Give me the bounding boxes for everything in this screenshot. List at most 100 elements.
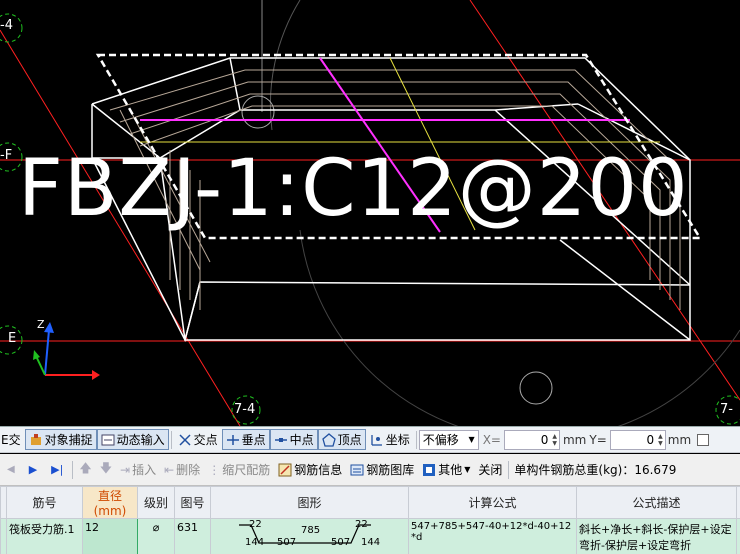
rebar-info-button[interactable]: 钢筋信息 bbox=[274, 458, 346, 482]
ucs-z-label: Z bbox=[37, 318, 45, 331]
vertex-snap[interactable]: 顶点 bbox=[317, 429, 366, 450]
perpendicular-snap[interactable]: 垂点 bbox=[221, 429, 270, 450]
cell-formula[interactable]: 547+785+547-40+12*d-40+12*d bbox=[408, 518, 577, 554]
y-label: Y= bbox=[589, 432, 607, 447]
rebar-info-label: 钢筋信息 bbox=[294, 463, 343, 477]
other-label: 其他 bbox=[438, 463, 463, 477]
other-icon bbox=[422, 463, 436, 477]
total-weight: 单构件钢筋总重(kg)：16.679 bbox=[514, 463, 677, 477]
cell-diameter[interactable]: 12 bbox=[82, 518, 138, 554]
cut-button[interactable]: E交 bbox=[0, 429, 25, 450]
scale-rebar-button[interactable]: ⋮ 缩尺配筋 bbox=[204, 458, 274, 482]
table-row[interactable]: 筏板受力筋.1 12 ⌀ 631 22 785 22 144 507 507 1… bbox=[0, 518, 740, 554]
dynamic-input-toggle[interactable]: 动态输入 bbox=[96, 429, 169, 450]
perpendicular-label: 垂点 bbox=[241, 433, 266, 447]
last-record-button[interactable]: ▶| bbox=[44, 458, 70, 482]
input-box-icon bbox=[101, 433, 115, 447]
x-input[interactable]: 0 ▲ ▼ bbox=[503, 429, 560, 450]
axis-label-4: -4 bbox=[0, 18, 13, 33]
rebar-library-button[interactable]: 钢筋图库 bbox=[346, 458, 418, 482]
pentagon-icon bbox=[321, 432, 336, 447]
x-unit: mm bbox=[562, 432, 587, 447]
y-unit: mm bbox=[667, 432, 692, 447]
delete-icon: ⇤ bbox=[164, 462, 175, 477]
col-header-grade[interactable]: 级别 bbox=[137, 486, 175, 519]
cell-shape[interactable]: 22 785 22 144 507 507 144 bbox=[210, 518, 409, 554]
coordinate-snap[interactable]: 坐标 bbox=[366, 429, 414, 450]
x-value: 0 bbox=[540, 432, 549, 447]
axis-label-74a: 7-4 bbox=[234, 402, 256, 417]
insert-icon: ⇥ bbox=[120, 462, 131, 477]
intersection-snap[interactable]: 交点 bbox=[174, 429, 222, 450]
object-snap-toggle[interactable]: 对象捕捉 bbox=[24, 429, 97, 450]
next-record-button[interactable]: ▶ bbox=[22, 458, 44, 482]
separator bbox=[72, 460, 74, 479]
insert-button[interactable]: ⇥ 插入 bbox=[116, 458, 160, 482]
rebar-library-icon bbox=[350, 463, 364, 477]
rebar-grid: 筋号 直径(mm) 级别 图号 图形 计算公式 公式描述 筏板受力筋.1 12 … bbox=[0, 486, 740, 554]
small-circle-2 bbox=[241, 95, 275, 129]
col-header-diameter[interactable]: 直径(mm) bbox=[82, 486, 138, 519]
dynamic-input-label: 动态输入 bbox=[116, 433, 165, 447]
scale-icon: ⋮ bbox=[208, 462, 221, 477]
cell-description[interactable]: 斜长+净长+斜长-保护层+设定弯折-保护层+设定弯折 bbox=[576, 518, 737, 554]
coordinate-label: 坐标 bbox=[385, 433, 410, 447]
separator bbox=[415, 430, 417, 449]
small-circle-1 bbox=[519, 371, 553, 405]
cell-grade[interactable]: ⌀ bbox=[137, 518, 175, 554]
rebar-annotation: FBZJ-1:C12@200 bbox=[18, 144, 689, 234]
shape-dim-d: 144 bbox=[245, 537, 265, 548]
intersection-icon bbox=[178, 433, 192, 447]
close-button[interactable]: 关闭 bbox=[474, 458, 506, 482]
shape-dim-g: 144 bbox=[361, 537, 381, 548]
arrow-down-icon: 🡇 bbox=[99, 461, 113, 475]
spinner-arrows-icon[interactable]: ▲ ▼ bbox=[658, 433, 663, 447]
chevron-down-icon: ▼ bbox=[468, 435, 475, 444]
separator bbox=[170, 430, 172, 449]
separator bbox=[508, 460, 510, 479]
move-down-button[interactable]: 🡇 bbox=[96, 458, 116, 482]
close-label: 关闭 bbox=[478, 463, 503, 477]
perpendicular-icon bbox=[226, 433, 240, 447]
col-header-bar-no[interactable]: 筋号 bbox=[6, 486, 83, 519]
move-up-button[interactable]: 🡅 bbox=[75, 458, 95, 482]
first-record-button[interactable]: ◀ bbox=[0, 458, 22, 482]
rebar-table: 筋号 直径(mm) 级别 图号 图形 计算公式 公式描述 筏板受力筋.1 12 … bbox=[0, 486, 740, 554]
axis-label-e: E bbox=[8, 331, 17, 346]
y-input[interactable]: 0 ▲ ▼ bbox=[609, 429, 666, 450]
shape-dim-a: 22 bbox=[249, 519, 262, 530]
arrow-right-icon: ▶ bbox=[28, 463, 38, 476]
cad-viewport[interactable]: FBZJ-1:C12@200 -4 -F E 7-4 7- Z bbox=[0, 0, 740, 426]
x-label: X= bbox=[482, 432, 501, 447]
axis-label-74b: 7- bbox=[720, 402, 733, 417]
midpoint-snap[interactable]: 中点 bbox=[269, 429, 318, 450]
intersection-label: 交点 bbox=[193, 433, 218, 447]
shape-dim-f: 507 bbox=[331, 537, 351, 548]
shape-dim-b: 785 bbox=[301, 525, 321, 536]
spinner-arrows-icon[interactable]: ▲ ▼ bbox=[552, 433, 557, 447]
y-value: 0 bbox=[646, 432, 655, 447]
option-checkbox[interactable] bbox=[697, 433, 710, 446]
rebar-toolbar: ◀ ▶ ▶| 🡅 🡇 ⇥ 插入 ⇤ 删除 ⋮ 缩尺配筋 钢筋信息 钢筋图库 其他… bbox=[0, 454, 740, 486]
col-header-description[interactable]: 公式描述 bbox=[576, 486, 737, 519]
other-menu-button[interactable]: 其他 ▼ bbox=[418, 458, 474, 482]
col-header-shape[interactable]: 图形 bbox=[210, 486, 409, 519]
delete-button[interactable]: ⇤ 删除 bbox=[160, 458, 204, 482]
col-header-figure-no[interactable]: 图号 bbox=[174, 486, 211, 519]
offset-select-value: 不偏移 bbox=[422, 433, 459, 447]
cell-bar-name[interactable]: 筏板受力筋.1 bbox=[6, 518, 83, 554]
col-header-formula[interactable]: 计算公式 bbox=[408, 486, 577, 519]
snap-toolbar: E交 对象捕捉 动态输入 交点 垂点 中点 顶点 坐标 不偏移 ▼ X= 0 ▲… bbox=[0, 426, 740, 453]
cell-figure-no[interactable]: 631 bbox=[174, 518, 211, 554]
col-header-extra[interactable] bbox=[736, 486, 740, 519]
cell-extra[interactable] bbox=[736, 518, 740, 554]
cut-label: E交 bbox=[1, 433, 21, 447]
arrow-left-icon: ◀ bbox=[7, 464, 15, 475]
table-header-row: 筋号 直径(mm) 级别 图号 图形 计算公式 公式描述 bbox=[0, 486, 740, 519]
rebar-info-icon bbox=[278, 463, 292, 477]
coordinate-icon bbox=[370, 433, 384, 447]
vertex-label: 顶点 bbox=[337, 433, 362, 447]
midpoint-label: 中点 bbox=[289, 433, 314, 447]
offset-select[interactable]: 不偏移 ▼ bbox=[418, 429, 479, 450]
delete-label: 删除 bbox=[176, 463, 201, 477]
